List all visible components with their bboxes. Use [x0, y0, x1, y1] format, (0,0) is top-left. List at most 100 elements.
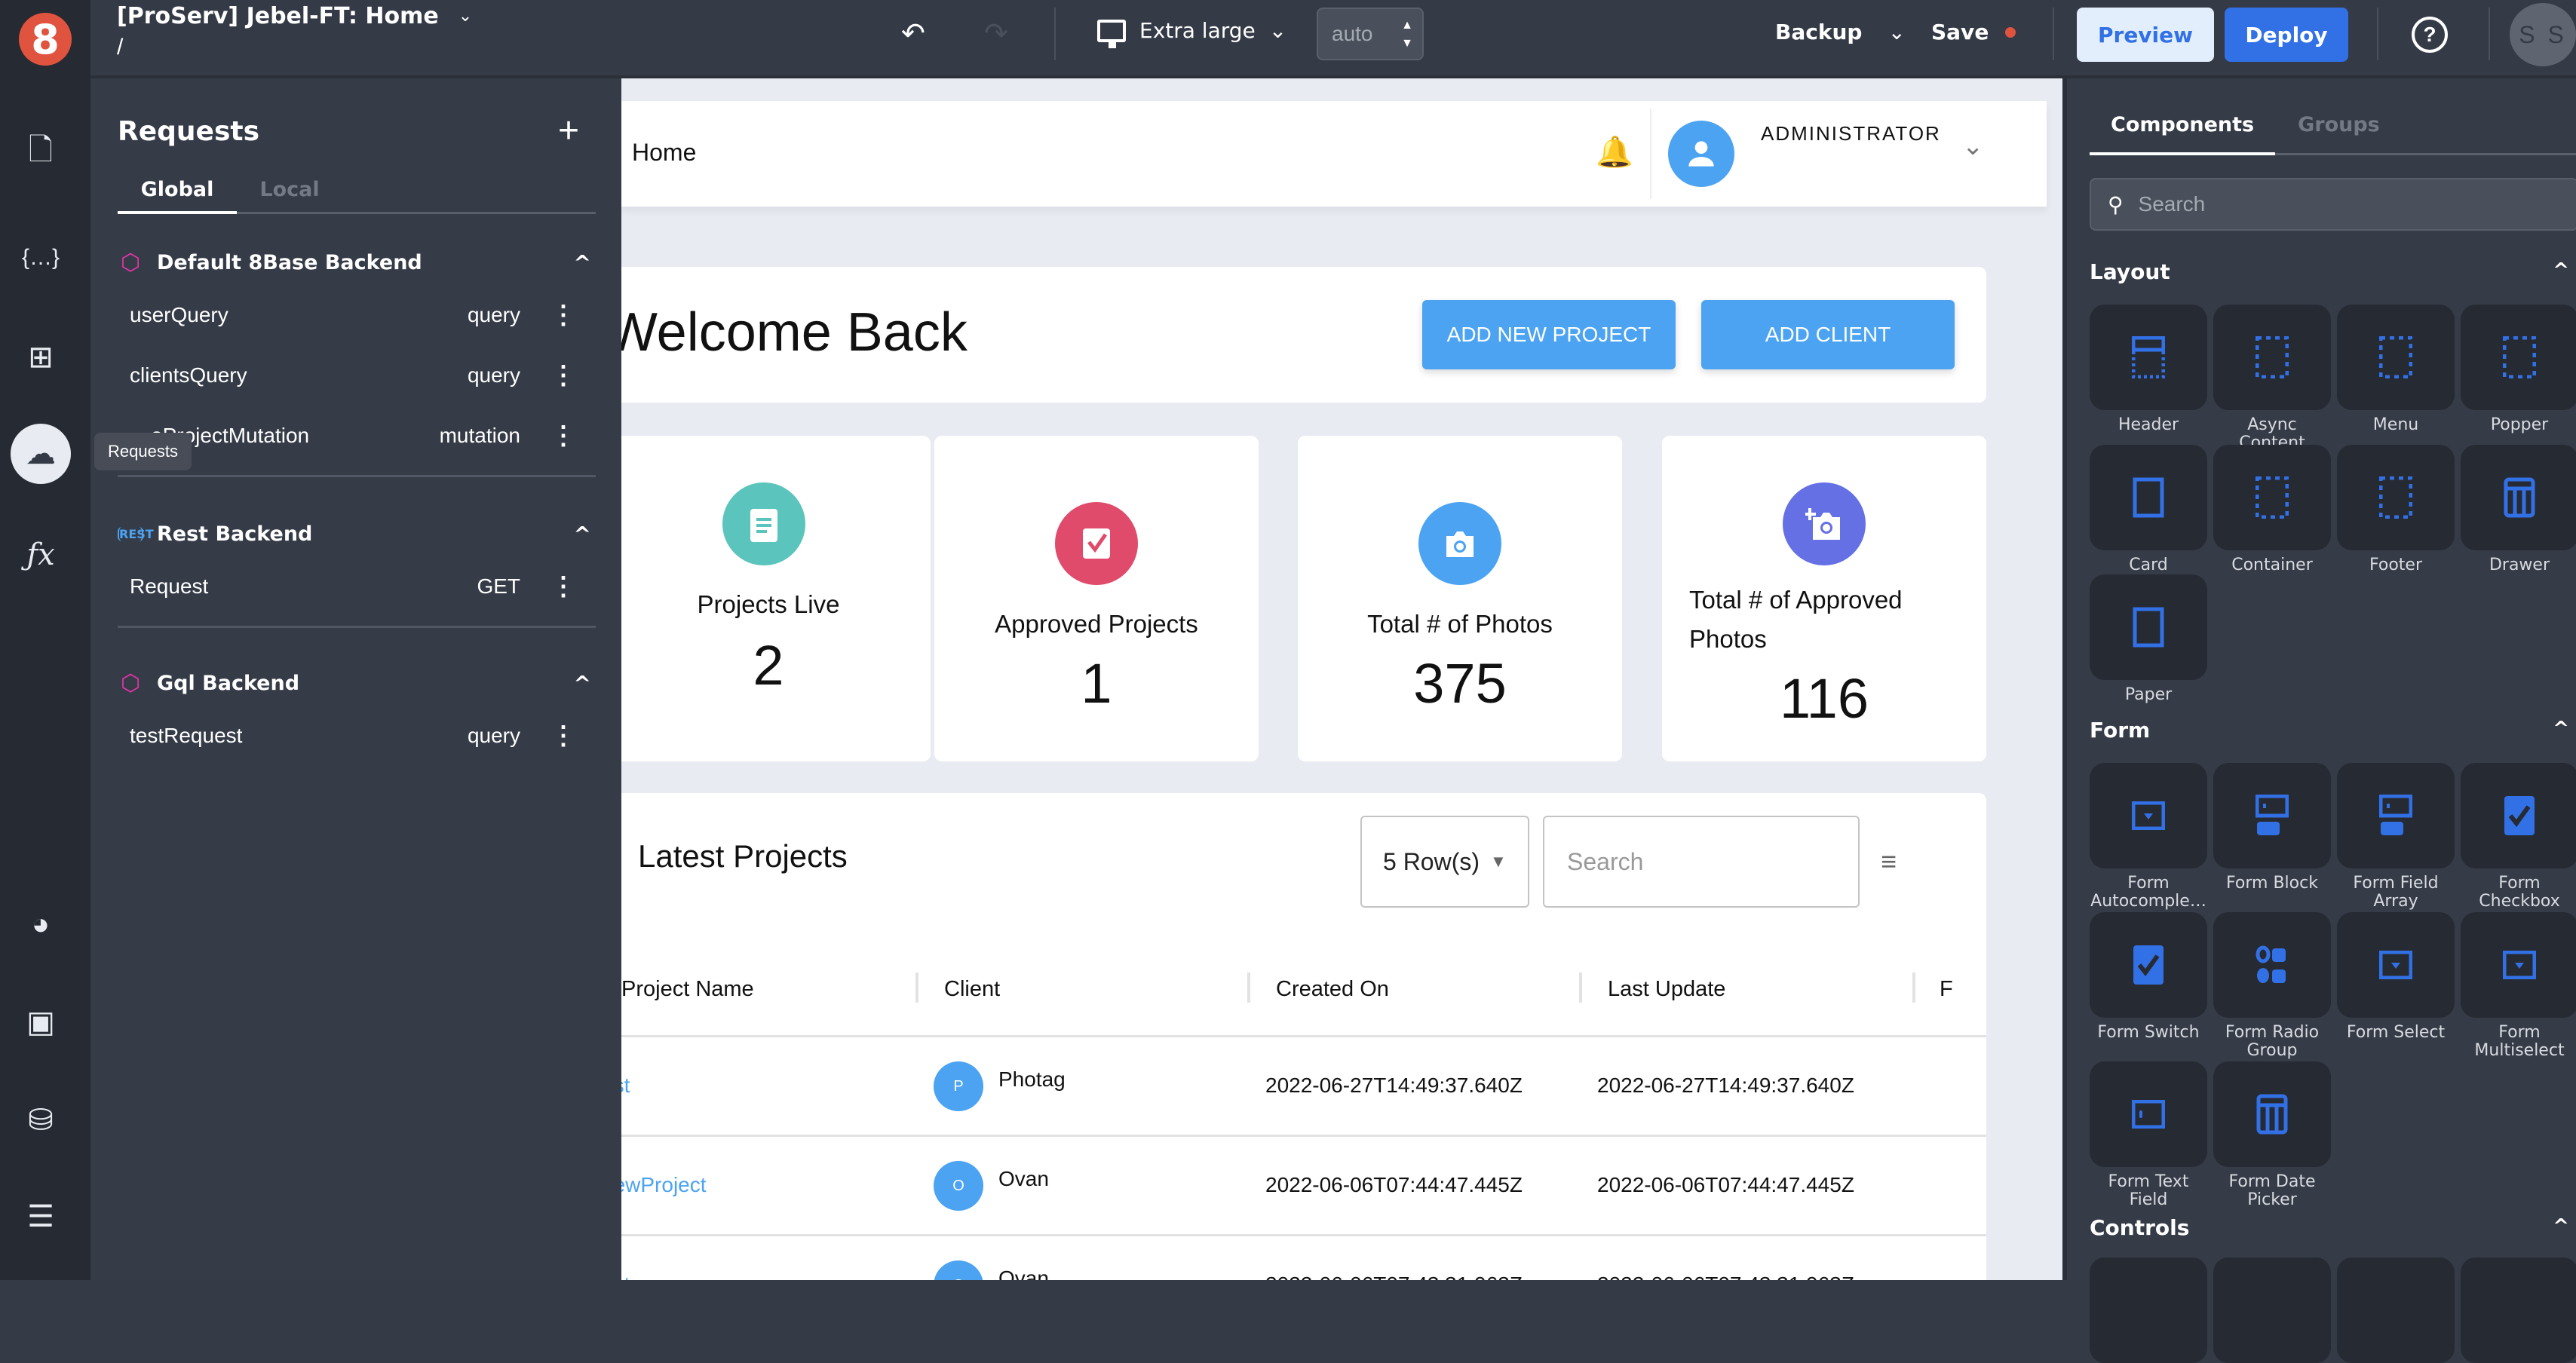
help-icon[interactable]: ?: [2412, 17, 2448, 53]
request-item[interactable]: userQuery query ⋮: [118, 285, 596, 345]
component-form-switch[interactable]: Form Switch: [2090, 912, 2207, 1042]
backend-header[interactable]: ⬡ Gql Backend ^: [118, 660, 596, 706]
project-name-link[interactable]: est: [621, 1074, 630, 1098]
tree-icon[interactable]: ⊞: [11, 327, 71, 387]
more-vert-icon[interactable]: ⋮: [550, 300, 576, 330]
component-menu[interactable]: Menu: [2337, 305, 2455, 434]
component-header[interactable]: Header: [2090, 305, 2207, 434]
chevron-up-icon[interactable]: ^: [2553, 259, 2569, 284]
component-container[interactable]: Container: [2213, 445, 2331, 574]
add-new-project-button[interactable]: ADD NEW PROJECT: [1422, 300, 1676, 369]
component-tile[interactable]: [2213, 1257, 2331, 1363]
divider: [2377, 8, 2378, 60]
column-header[interactable]: Created On: [1276, 977, 1389, 1002]
section-header-form[interactable]: Form ^: [2090, 718, 2569, 743]
cloud-icon[interactable]: ☁: [11, 424, 71, 484]
tab-local[interactable]: Local: [237, 173, 342, 212]
request-item[interactable]: clientsQuery query ⋮: [118, 345, 596, 406]
deploy-button[interactable]: Deploy: [2225, 8, 2348, 62]
assets-icon[interactable]: ▣: [11, 992, 71, 1052]
section-header-controls[interactable]: Controls ^: [2090, 1215, 2569, 1240]
component-drawer[interactable]: Drawer: [2461, 445, 2576, 574]
component-form-select[interactable]: Form Select: [2337, 912, 2455, 1042]
column-resizer[interactable]: [1247, 972, 1250, 1003]
state-icon[interactable]: {…}: [11, 228, 71, 288]
table-row[interactable]: est P Photag 2022-06-27T14:49:37.640Z 20…: [621, 1037, 1986, 1137]
preview-button[interactable]: Preview: [2077, 8, 2214, 62]
divider: [118, 475, 596, 477]
redo-icon[interactable]: ↷: [984, 17, 1008, 51]
component-form-checkbox[interactable]: Form Checkbox: [2461, 763, 2576, 911]
chevron-up-icon[interactable]: ^: [2553, 718, 2569, 743]
component-footer[interactable]: Footer: [2337, 445, 2455, 574]
component-tile[interactable]: [2461, 1257, 2576, 1363]
chevron-down-icon[interactable]: ⌄: [1962, 131, 1984, 161]
component-popper[interactable]: Popper: [2461, 305, 2576, 434]
table-search-input[interactable]: Search: [1543, 816, 1860, 908]
column-header[interactable]: F: [1940, 977, 1953, 1002]
backend-header[interactable]: REST Rest Backend ^: [118, 511, 596, 556]
chevron-up-icon[interactable]: ^: [2553, 1215, 2569, 1240]
rows-per-page-select[interactable]: 5 Row(s) ▼: [1360, 816, 1529, 908]
backend-header[interactable]: ⬡ Default 8Base Backend ^: [118, 240, 596, 285]
app-title[interactable]: [ProServ] Jebel-FT: Home ⌄: [117, 3, 472, 29]
more-vert-icon[interactable]: ⋮: [550, 571, 576, 602]
function-icon[interactable]: ƒx: [11, 525, 71, 585]
component-form-multiselect[interactable]: Form Multiselect: [2461, 912, 2576, 1060]
chevron-up-icon[interactable]: ^: [574, 522, 591, 547]
component-form-field-array[interactable]: Form Field Array: [2337, 763, 2455, 911]
user-avatar[interactable]: S S: [2510, 3, 2576, 66]
save-button[interactable]: Save: [1931, 20, 2016, 44]
table-row[interactable]: est O Ovan 2022-06-06T07:43:31.963Z 2022…: [621, 1236, 1986, 1280]
components-search-input[interactable]: ⚲ Search: [2090, 178, 2576, 231]
component-async-content[interactable]: Async Content: [2213, 305, 2331, 452]
section-header-layout[interactable]: Layout ^: [2090, 259, 2569, 284]
welcome-title: Welcome Back: [621, 302, 968, 363]
bell-icon[interactable]: 🔔: [1596, 134, 1633, 170]
tab-groups[interactable]: Groups: [2275, 109, 2401, 153]
database-icon[interactable]: ⛁: [11, 1090, 71, 1150]
avatar[interactable]: [1668, 121, 1734, 187]
device-size-select[interactable]: Extra large ⌄: [1097, 18, 1286, 48]
tab-components[interactable]: Components: [2090, 109, 2276, 155]
backup-button[interactable]: Backup ⌄: [1775, 20, 1906, 44]
chevron-up-icon[interactable]: ^: [574, 250, 591, 275]
component-tile[interactable]: [2337, 1257, 2455, 1363]
tab-global[interactable]: Global: [118, 173, 237, 214]
column-resizer[interactable]: [915, 972, 918, 1003]
component-form-text-field[interactable]: Form Text Field: [2090, 1061, 2207, 1209]
column-resizer[interactable]: [1579, 972, 1582, 1003]
request-item[interactable]: Request GET ⋮: [118, 556, 596, 617]
chevron-up-icon[interactable]: ^: [574, 671, 591, 696]
undo-icon[interactable]: ↶: [901, 17, 925, 51]
rest-icon: REST: [118, 526, 154, 541]
component-form-autocomple[interactable]: Form Autocomple…: [2090, 763, 2207, 911]
column-header[interactable]: Client: [944, 977, 1000, 1002]
column-header[interactable]: Last Update: [1608, 977, 1725, 1002]
pages-icon[interactable]: 🗋: [11, 124, 71, 184]
add-client-button[interactable]: ADD CLIENT: [1701, 300, 1955, 369]
request-item[interactable]: testRequest query ⋮: [118, 706, 596, 766]
component-paper[interactable]: Paper: [2090, 574, 2207, 704]
app-logo[interactable]: 8: [0, 0, 90, 78]
more-vert-icon[interactable]: ⋮: [550, 721, 576, 751]
stepper-arrows-icon[interactable]: ▲ ▼: [1401, 17, 1413, 53]
filter-icon[interactable]: ≡: [1881, 846, 1897, 878]
project-name-link[interactable]: newProject: [621, 1173, 707, 1197]
component-card[interactable]: Card: [2090, 445, 2207, 574]
table-row[interactable]: newProject O Ovan 2022-06-06T07:44:47.44…: [621, 1137, 1986, 1236]
add-request-icon[interactable]: +: [558, 110, 579, 152]
component-form-block[interactable]: Form Block: [2213, 763, 2331, 893]
component-form-radio-group[interactable]: Form Radio Group: [2213, 912, 2331, 1060]
backend-name: Default 8Base Backend: [157, 250, 422, 274]
component-form-date-picker[interactable]: Form Date Picker: [2213, 1061, 2331, 1209]
more-vert-icon[interactable]: ⋮: [550, 360, 576, 391]
settings-sliders-icon[interactable]: ☰: [11, 1187, 71, 1247]
column-header[interactable]: Project Name: [621, 977, 754, 1002]
palette-icon[interactable]: ◕: [11, 894, 71, 954]
width-input[interactable]: auto ▲ ▼: [1317, 8, 1424, 60]
project-name-link[interactable]: est: [621, 1273, 630, 1280]
more-vert-icon[interactable]: ⋮: [550, 421, 576, 451]
component-tile[interactable]: [2090, 1257, 2207, 1363]
column-resizer[interactable]: [1912, 972, 1915, 1003]
